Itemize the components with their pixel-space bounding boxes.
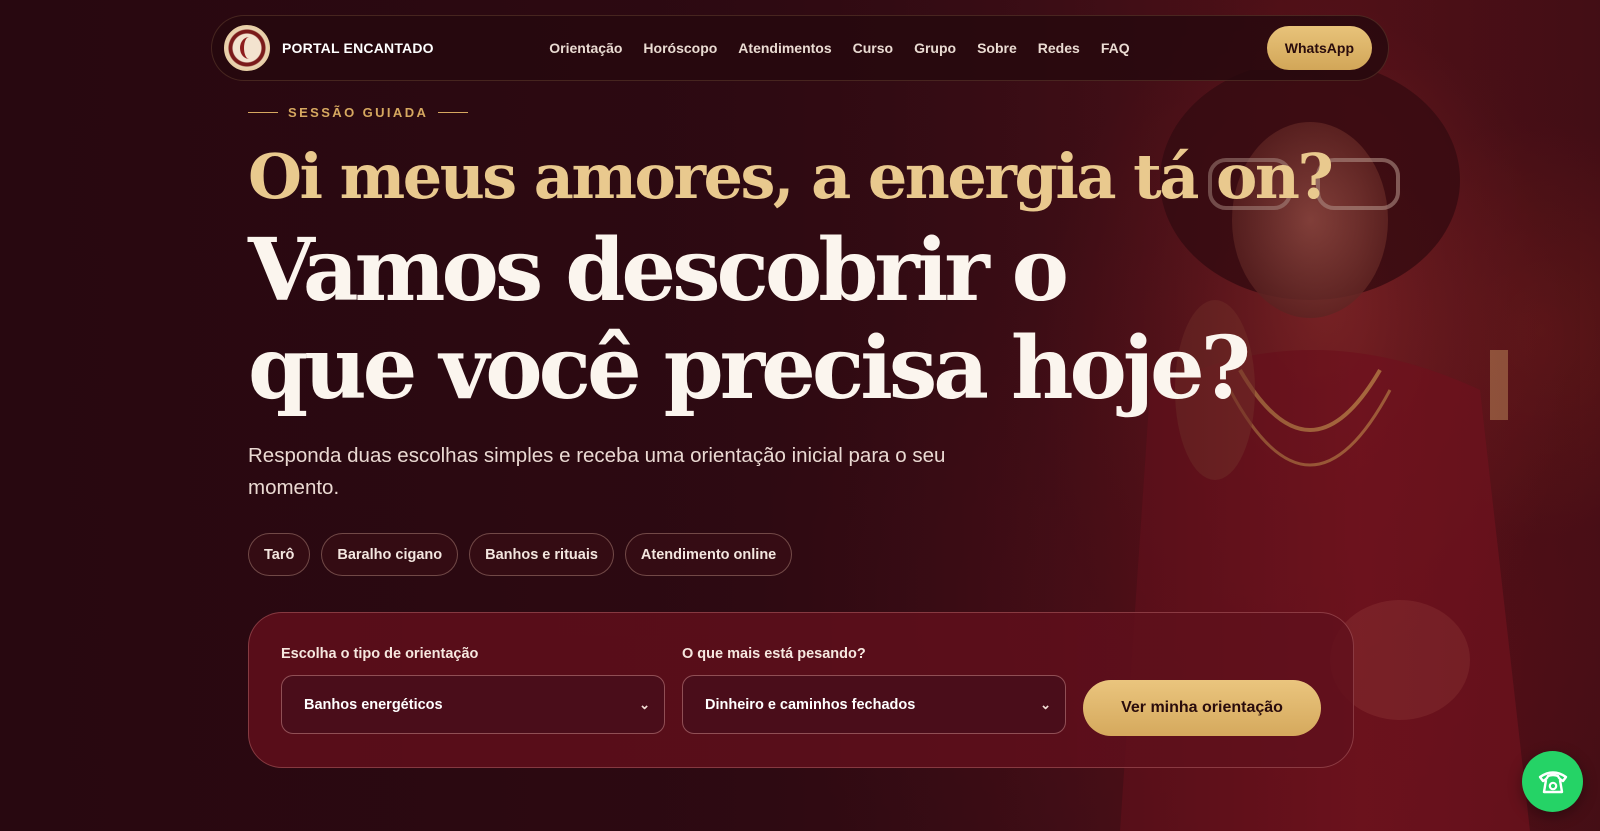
hero-title: Vamos descobrir o que você precisa hoje? — [248, 220, 1251, 419]
whatsapp-button[interactable]: WhatsApp — [1266, 26, 1372, 70]
divider — [438, 111, 469, 114]
chip-banhos-rituais[interactable]: Banhos e rituais — [469, 533, 614, 576]
type-select[interactable]: Banhos energéticos ⌄ — [281, 675, 665, 734]
menu-item-faq[interactable]: FAQ — [1090, 40, 1140, 56]
chevron-down-icon: ⌄ — [1040, 696, 1051, 712]
chip-taro[interactable]: Tarô — [248, 533, 311, 576]
chip-baralho-cigano[interactable]: Baralho cigano — [321, 533, 459, 576]
chip-atendimento-online[interactable]: Atendimento online — [624, 533, 793, 576]
phone-icon — [1538, 770, 1567, 793]
brand-name[interactable]: PORTAL ENCANTADO — [282, 40, 434, 56]
concern-select[interactable]: Dinheiro e caminhos fechados ⌄ — [682, 675, 1066, 734]
type-label: Escolha o tipo de orientação — [281, 646, 479, 662]
concern-label: O que mais está pesando? — [682, 646, 866, 662]
concern-select-value: Dinheiro e caminhos fechados — [705, 696, 916, 713]
menu-item-horoscopo[interactable]: Horóscopo — [633, 40, 728, 56]
top-navigation: PORTAL ENCANTADO Orientação Horóscopo At… — [211, 15, 1389, 81]
type-select-value: Banhos energéticos — [304, 696, 443, 713]
guidance-form: Escolha o tipo de orientação Banhos ener… — [248, 612, 1354, 768]
menu-item-orientacao[interactable]: Orientação — [539, 40, 633, 56]
menu-item-curso[interactable]: Curso — [842, 40, 903, 56]
menu-item-grupo[interactable]: Grupo — [904, 40, 967, 56]
chevron-down-icon: ⌄ — [639, 696, 650, 712]
eyebrow: SESSÃO GUIADA — [248, 105, 469, 120]
concern-field: O que mais está pesando? Dinheiro e cami… — [682, 646, 1066, 734]
divider — [248, 111, 278, 114]
floating-contact-button[interactable] — [1522, 751, 1583, 812]
crescent-moon-logo[interactable] — [224, 25, 270, 71]
menu-item-redes[interactable]: Redes — [1027, 40, 1090, 56]
menu-item-sobre[interactable]: Sobre — [967, 40, 1028, 56]
hero-subtitle: Oi meus amores, a energia tá on? — [248, 140, 1334, 213]
eyebrow-label: SESSÃO GUIADA — [288, 105, 429, 120]
hero-lead: Responda duas escolhas simples e receba … — [248, 444, 946, 499]
menu-item-atendimentos[interactable]: Atendimentos — [728, 40, 842, 56]
service-chips: Tarô Baralho cigano Banhos e rituais Ate… — [248, 533, 793, 576]
submit-guidance-button[interactable]: Ver minha orientação — [1083, 680, 1321, 736]
type-field: Escolha o tipo de orientação Banhos ener… — [281, 646, 665, 734]
main-menu: Orientação Horóscopo Atendimentos Curso … — [539, 40, 1140, 56]
